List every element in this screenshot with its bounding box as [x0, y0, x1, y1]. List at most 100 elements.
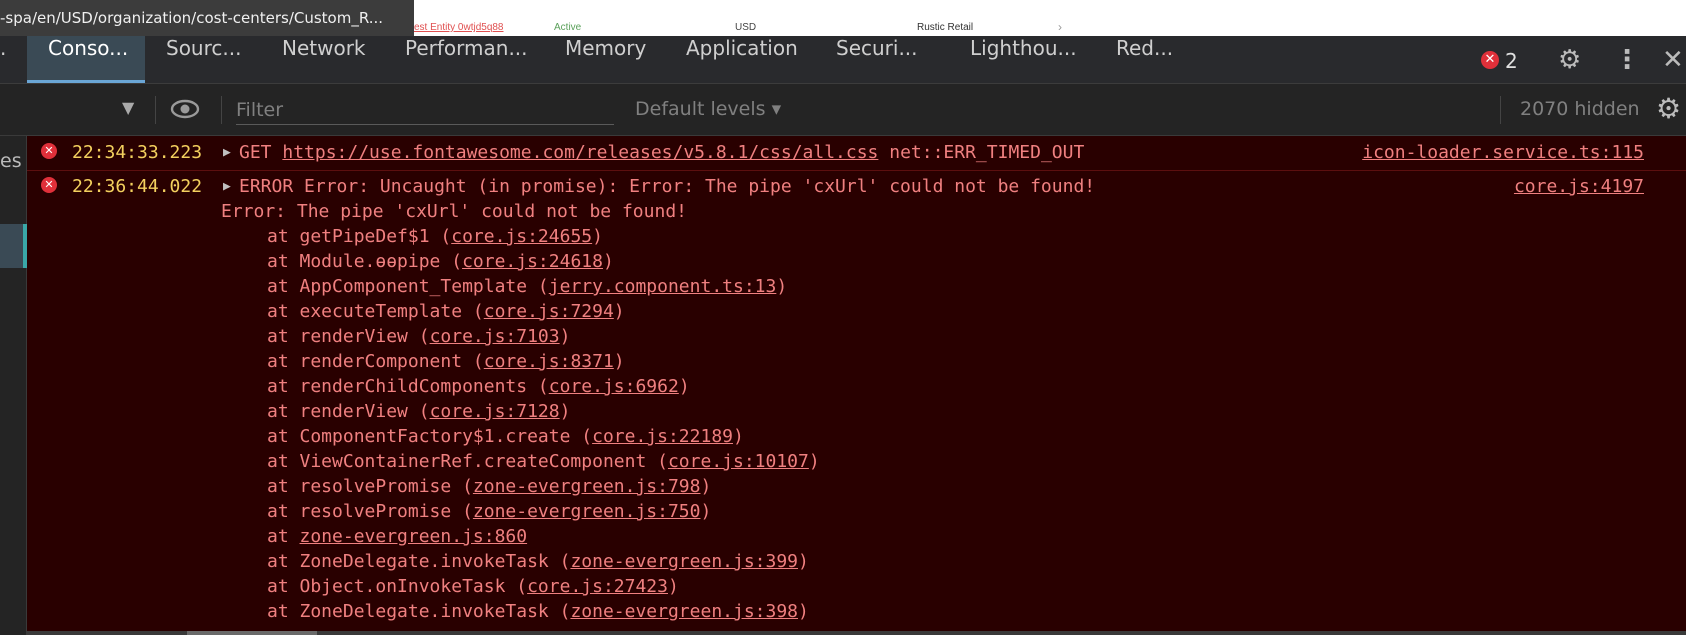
eye-icon[interactable] — [170, 98, 200, 120]
hidden-messages-count: 2070 hidden — [1520, 98, 1640, 120]
stack-close-paren: ) — [700, 501, 712, 522]
stack-location-link[interactable]: zone-evergreen.js:798 — [473, 476, 701, 497]
chevron-down-icon: ▾ — [771, 98, 782, 120]
stack-close-paren: ) — [678, 376, 690, 397]
stack-function: at Module.ɵɵpipe ( — [267, 251, 463, 272]
expand-triangle-icon[interactable]: ▶ — [223, 145, 231, 160]
stack-location-link[interactable]: core.js:8371 — [484, 351, 614, 372]
stack-close-paren: ) — [592, 226, 603, 247]
stack-close-paren: ) — [776, 276, 788, 297]
stack-close-paren: ) — [613, 301, 625, 322]
tab-redux[interactable]: Red... — [1116, 36, 1173, 83]
settings-gear-icon[interactable]: ⚙ — [1558, 45, 1581, 75]
tab-application[interactable]: Application — [686, 36, 798, 83]
divider — [221, 96, 222, 124]
stack-location-link[interactable]: core.js:7128 — [430, 401, 560, 422]
expand-triangle-icon[interactable]: ▶ — [223, 179, 231, 194]
timestamp: 22:36:44.022 — [72, 176, 203, 197]
scrollbar-thumb[interactable] — [187, 631, 317, 635]
request-url-link[interactable]: https://use.fontawesome.com/releases/v5.… — [282, 142, 878, 163]
error-icon: ✕ — [41, 143, 57, 159]
console-settings-gear-icon[interactable]: ⚙ — [1656, 92, 1681, 125]
source-link[interactable]: core.js:4197 — [1514, 176, 1644, 197]
tab-memory[interactable]: Memory — [565, 36, 646, 83]
stack-location-link[interactable]: zone-evergreen.js:860 — [300, 526, 528, 547]
divider — [1500, 96, 1501, 124]
tab-overflow[interactable]: . — [0, 36, 14, 83]
stack-close-paren: ) — [602, 251, 614, 272]
stack-frame: at renderView (core.js:7103) — [267, 326, 570, 347]
error-icon: ✕ — [41, 177, 57, 193]
stack-close-paren: ) — [808, 451, 820, 472]
stack-frame: at ZoneDelegate.invokeTask (zone-evergre… — [267, 551, 809, 572]
stack-frame: at Module.ɵɵpipe (core.js:24618) — [267, 251, 614, 272]
console-message: ✕ 22:36:44.022 ▶ ERROR Error: Uncaught (… — [27, 171, 1686, 635]
stack-close-paren: ) — [798, 551, 809, 572]
stack-frame: at renderChildComponents (core.js:6962) — [267, 376, 690, 397]
entity-link[interactable]: est Entity 0wtjd5q88 — [414, 22, 504, 33]
tab-console[interactable]: Conso... — [27, 36, 145, 83]
stack-location-link[interactable]: core.js:10107 — [668, 451, 809, 472]
stack-location-link[interactable]: core.js:22189 — [592, 426, 733, 447]
stack-location-link[interactable]: zone-evergreen.js:399 — [570, 551, 798, 572]
stack-location-link[interactable]: zone-evergreen.js:750 — [473, 501, 701, 522]
devtools-tab-bar: . Conso... Sourc... Network Performan...… — [0, 36, 1686, 84]
stack-function: at renderView ( — [267, 401, 430, 422]
console-messages: ✕ 22:34:33.223 ▶ GET https://use.fontawe… — [27, 136, 1686, 635]
stack-close-paren: ) — [700, 476, 712, 497]
error-icon: ✕ — [1481, 51, 1499, 69]
stack-location-link[interactable]: core.js:7103 — [430, 326, 560, 347]
horizontal-scrollbar[interactable] — [27, 631, 1686, 635]
filter-input[interactable] — [236, 96, 614, 125]
log-levels-label: Default levels — [635, 98, 766, 120]
log-levels-dropdown[interactable]: Default levels ▾ — [635, 98, 781, 120]
tab-lighthouse[interactable]: Lighthou... — [970, 36, 1077, 83]
error-count: 2 — [1505, 49, 1518, 73]
stack-close-paren: ) — [667, 576, 679, 597]
stack-close-paren: ) — [559, 401, 571, 422]
chevron-right-icon[interactable]: › — [1058, 20, 1062, 34]
stack-frame: at ComponentFactory$1.create (core.js:22… — [267, 426, 744, 447]
source-link[interactable]: icon-loader.service.ts:115 — [1362, 142, 1644, 163]
tab-network[interactable]: Network — [282, 36, 366, 83]
stack-frame: at renderView (core.js:7128) — [267, 401, 570, 422]
stack-close-paren: ) — [559, 326, 571, 347]
more-options-icon[interactable]: ⋮ — [1614, 45, 1640, 75]
error-detail: Error: The pipe 'cxUrl' could not be fou… — [221, 201, 687, 222]
stack-function: at renderChildComponents ( — [267, 376, 549, 397]
stack-function: at ComponentFactory$1.create ( — [267, 426, 593, 447]
stack-frame: at getPipeDef$1 (core.js:24655) — [267, 226, 603, 247]
status-cell: Active — [554, 22, 582, 33]
context-dropdown-icon[interactable]: ▼ — [122, 98, 134, 117]
currency-cell: USD — [735, 22, 757, 33]
stack-frame: at ZoneDelegate.invokeTask (zone-evergre… — [267, 601, 809, 622]
close-icon[interactable]: ✕ — [1662, 45, 1684, 75]
stack-function: at resolvePromise ( — [267, 476, 473, 497]
console-message: ✕ 22:34:33.223 ▶ GET https://use.fontawe… — [27, 136, 1686, 171]
tab-security[interactable]: Securi... — [836, 36, 918, 83]
timestamp: 22:34:33.223 — [72, 142, 203, 163]
stack-function: at ZoneDelegate.invokeTask ( — [267, 601, 571, 622]
stack-function: at ViewContainerRef.createComponent ( — [267, 451, 668, 472]
url-tooltip: -spa/en/USD/organization/cost-centers/Cu… — [0, 0, 414, 36]
stack-frame: at renderComponent (core.js:8371) — [267, 351, 625, 372]
sidebar-selected-item[interactable] — [0, 224, 27, 268]
tab-performance[interactable]: Performan... — [405, 36, 528, 83]
stack-location-link[interactable]: core.js:24655 — [451, 226, 592, 247]
stack-close-paren: ) — [798, 601, 809, 622]
message-text: ERROR Error: Uncaught (in promise): Erro… — [239, 176, 1096, 197]
store-cell: Rustic Retail — [917, 22, 974, 33]
stack-location-link[interactable]: core.js:6962 — [549, 376, 679, 397]
stack-location-link[interactable]: zone-evergreen.js:398 — [570, 601, 798, 622]
stack-frame: at Object.onInvokeTask (core.js:27423) — [267, 576, 679, 597]
stack-function: at — [267, 526, 300, 547]
stack-function: at AppComponent_Template ( — [267, 276, 549, 297]
console-filter-bar: ▼ Default levels ▾ 2070 hidden ⚙ — [0, 84, 1686, 136]
stack-location-link[interactable]: core.js:24618 — [462, 251, 603, 272]
divider — [155, 96, 156, 124]
console-sidebar: es — [0, 136, 27, 635]
tab-sources[interactable]: Sourc... — [166, 36, 241, 83]
stack-location-link[interactable]: core.js:27423 — [527, 576, 668, 597]
stack-location-link[interactable]: jerry.component.ts:13 — [549, 276, 777, 297]
stack-location-link[interactable]: core.js:7294 — [484, 301, 614, 322]
